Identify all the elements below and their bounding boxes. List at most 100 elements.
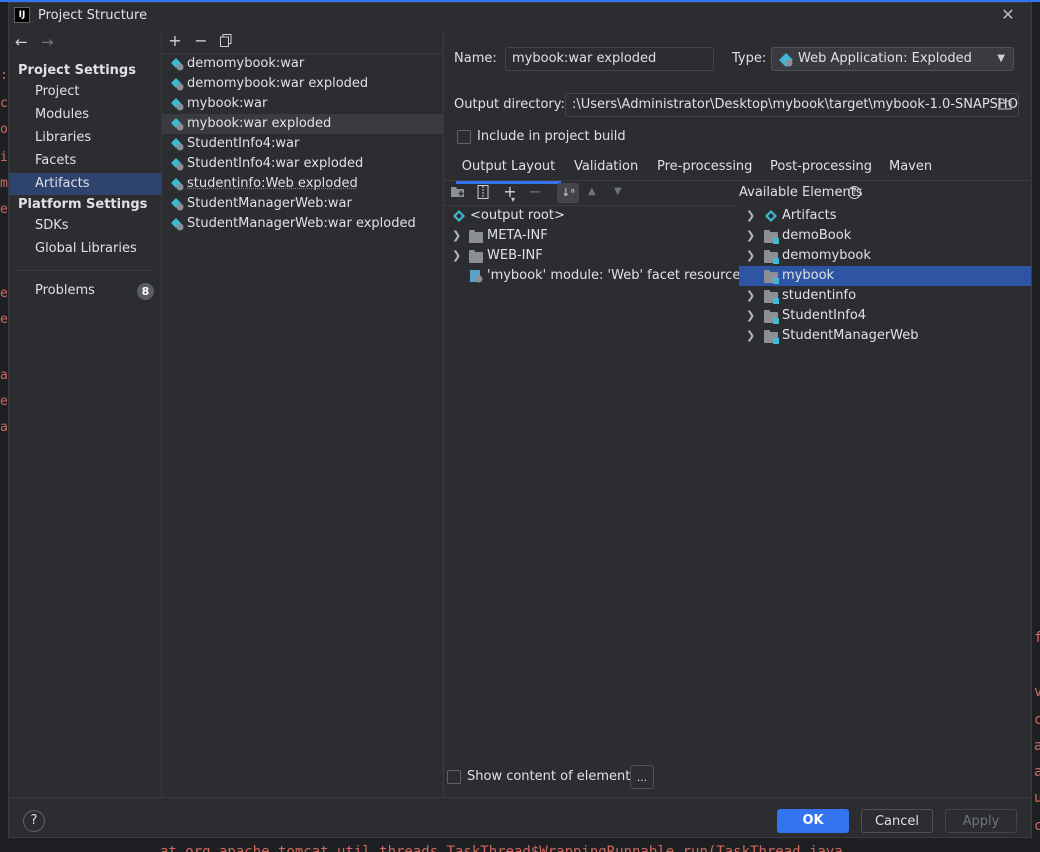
tab-post-processing[interactable]: Post-processing [770, 157, 872, 181]
artifact-item[interactable]: StudentManagerWeb:war [162, 194, 443, 214]
artifact-item[interactable]: mybook:war [162, 94, 443, 114]
chevron-right-icon[interactable]: ❯ [746, 306, 756, 326]
output-directory-input[interactable]: :\Users\Administrator\Desktop\mybook\tar… [565, 93, 1019, 117]
new-folder-icon[interactable] [451, 186, 465, 202]
include-in-build-label: Include in project build [477, 129, 626, 144]
chevron-right-icon[interactable]: ❯ [452, 226, 462, 246]
intellij-app-icon: IJ [14, 7, 30, 23]
add-dropdown-icon[interactable]: ▾ [511, 195, 515, 204]
type-value: Web Application: Exploded [798, 51, 972, 66]
nav-item-global-libraries[interactable]: Global Libraries [9, 238, 161, 260]
help-circle-icon[interactable]: ? [848, 186, 861, 199]
available-element-item[interactable]: mybook [739, 266, 1031, 286]
chevron-right-icon[interactable]: ❯ [746, 206, 756, 226]
available-element-item[interactable]: ❯ demoBook [739, 226, 1031, 246]
bottom-separator [9, 797, 1031, 798]
available-element-item[interactable]: ❯ studentinfo [739, 286, 1031, 306]
chevron-right-icon[interactable]: ❯ [746, 326, 756, 346]
meta-inf-label: META-INF [487, 228, 548, 243]
tab-validation[interactable]: Validation [574, 157, 638, 181]
platform-settings-header: Platform Settings [18, 197, 148, 212]
output-root-icon [453, 210, 465, 222]
tree-output-root[interactable]: <output root> [450, 206, 738, 226]
artifact-item-label: mybook:war [187, 96, 268, 111]
sort-elements-icon[interactable]: ↓ᵃ [557, 183, 579, 203]
module-folder-icon [764, 310, 779, 324]
browse-folder-icon[interactable] [997, 98, 1012, 110]
chevron-right-icon[interactable]: ❯ [746, 226, 756, 246]
artifact-item[interactable]: demomybook:war [162, 54, 443, 74]
include-in-build-checkbox[interactable] [457, 130, 471, 144]
available-element-item[interactable]: ❯ StudentManagerWeb [739, 326, 1031, 346]
facet-resources-label: 'mybook' module: 'Web' facet resources [487, 268, 748, 283]
chevron-right-icon[interactable]: ❯ [452, 246, 462, 266]
tree-web-inf[interactable]: ❯ WEB-INF [450, 246, 738, 266]
artifact-item-label: StudentInfo4:war [187, 136, 300, 151]
available-element-label: StudentInfo4 [782, 308, 867, 323]
available-element-label: StudentManagerWeb [782, 328, 919, 343]
nav-item-libraries[interactable]: Libraries [9, 127, 161, 149]
forward-arrow-icon[interactable]: → [41, 32, 54, 52]
chevron-down-icon: ▼ [997, 53, 1005, 64]
archive-icon[interactable] [477, 185, 489, 203]
artifact-item[interactable]: StudentInfo4:war exploded [162, 154, 443, 174]
close-icon[interactable]: ✕ [1000, 5, 1016, 25]
artifact-item-label: studentinfo:Web exploded [187, 176, 358, 191]
help-button[interactable]: ? [23, 810, 45, 832]
move-down-icon[interactable]: ▼ [614, 186, 622, 197]
chevron-right-icon[interactable]: ❯ [746, 246, 756, 266]
ellipsis-button[interactable]: ... [630, 765, 654, 789]
module-folder-icon [764, 290, 779, 304]
dialog-title: Project Structure [38, 8, 148, 23]
show-content-label: Show content of elements [467, 769, 638, 784]
background-editor-right: fvc aau c [1032, 0, 1040, 852]
output-root-label: <output root> [470, 208, 565, 223]
tree-facet-resources[interactable]: 'mybook' module: 'Web' facet resources [450, 266, 747, 286]
artifact-item[interactable]: StudentManagerWeb:war exploded [162, 214, 443, 234]
web-artifact-icon [171, 118, 184, 131]
nav-item-artifacts[interactable]: Artifacts [9, 173, 161, 195]
copy-icon[interactable] [220, 34, 232, 47]
ok-button[interactable]: OK [777, 809, 849, 833]
folder-icon [469, 230, 483, 243]
module-folder-icon [764, 250, 779, 264]
add-icon[interactable]: + [166, 32, 184, 50]
remove-element-icon[interactable]: − [526, 183, 544, 201]
background-editor-left: :co ime eea ea [0, 0, 8, 852]
nav-item-sdks[interactable]: SDKs [9, 215, 161, 237]
available-element-item[interactable]: ❯ Artifacts [739, 206, 1031, 226]
tab-maven[interactable]: Maven [889, 157, 932, 181]
available-element-item[interactable]: ❯ demomybook [739, 246, 1031, 266]
background-code-line: at org.apache.tomcat.util.threads.TaskTh… [160, 844, 843, 852]
nav-divider [18, 270, 154, 271]
add-copy-of-icon[interactable]: + [501, 183, 519, 201]
artifact-item-label: demomybook:war exploded [187, 76, 369, 91]
remove-icon[interactable]: − [192, 32, 210, 50]
move-up-icon[interactable]: ▲ [588, 186, 596, 197]
tab-pre-processing[interactable]: Pre-processing [657, 157, 752, 181]
back-arrow-icon[interactable]: ← [15, 32, 28, 52]
tree-meta-inf[interactable]: ❯ META-INF [450, 226, 738, 246]
artifact-item[interactable]: mybook:war exploded [162, 114, 443, 134]
cancel-button[interactable]: Cancel [861, 809, 933, 833]
type-select[interactable]: Web Application: Exploded ▼ [771, 47, 1014, 71]
type-label: Type: [732, 51, 767, 66]
artifact-item-label: StudentManagerWeb:war [187, 196, 352, 211]
apply-button[interactable]: Apply [945, 809, 1017, 833]
nav-item-project[interactable]: Project [9, 81, 161, 103]
available-element-item[interactable]: ❯ StudentInfo4 [739, 306, 1031, 326]
web-artifact-icon [171, 58, 184, 71]
show-content-checkbox[interactable] [447, 770, 461, 784]
web-artifact-icon [779, 53, 793, 67]
module-folder-icon [764, 270, 779, 284]
artifact-item[interactable]: demomybook:war exploded [162, 74, 443, 94]
nav-item-facets[interactable]: Facets [9, 150, 161, 172]
available-element-label: Artifacts [782, 208, 837, 223]
available-element-label: mybook [782, 268, 835, 283]
name-input[interactable]: mybook:war exploded [505, 47, 714, 71]
available-element-label: demomybook [782, 248, 871, 263]
artifact-item[interactable]: studentinfo:Web exploded [162, 174, 443, 194]
chevron-right-icon[interactable]: ❯ [746, 286, 756, 306]
artifact-item[interactable]: StudentInfo4:war [162, 134, 443, 154]
nav-item-modules[interactable]: Modules [9, 104, 161, 126]
